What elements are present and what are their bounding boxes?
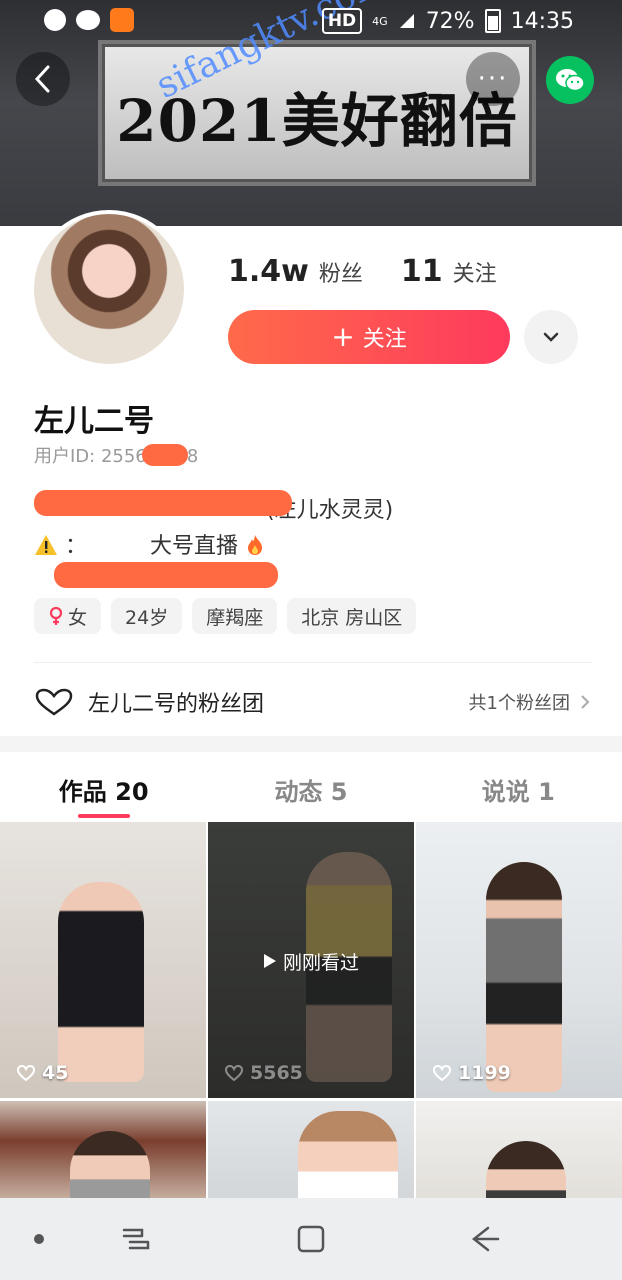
redaction-mark	[54, 562, 278, 588]
fanclub-count: 共1个粉丝团	[469, 689, 590, 715]
female-icon	[49, 606, 63, 625]
fanclub-row[interactable]: 左儿二号的粉丝团 共1个粉丝团	[34, 682, 590, 722]
nav-dot-indicator[interactable]	[34, 1234, 44, 1244]
play-icon	[263, 954, 276, 968]
heart-icon	[16, 1064, 36, 1082]
profile-name: 左儿二号	[34, 404, 154, 439]
fire-icon	[248, 535, 263, 555]
status-bar: HD 4G 72% 14:35	[0, 0, 622, 42]
thumbnail-figure	[58, 882, 144, 1082]
battery-icon	[484, 9, 501, 33]
bio-line-2: ： 大号直播	[34, 528, 265, 560]
recommend-dropdown-button[interactable]	[524, 310, 578, 364]
profile-card: 1.4w 粉丝 11 关注 + 关注 左儿二号 用户ID: 2556 5478 …	[0, 210, 622, 736]
back-button[interactable]	[16, 52, 70, 106]
video-likes: 5565	[224, 1062, 303, 1084]
redaction-mark	[34, 490, 292, 516]
thumbnail-figure	[486, 862, 562, 1092]
video-thumbnail[interactable]: 1199	[416, 822, 622, 1098]
video-grid: 45 刚刚看过 5565 1199	[0, 822, 622, 1201]
home-icon[interactable]	[294, 1222, 328, 1256]
network-type: 4G	[372, 14, 388, 28]
fanclub-count-text: 共1个粉丝团	[468, 693, 570, 714]
avatar-image	[34, 214, 184, 364]
redaction-mark	[142, 444, 188, 466]
tab-posts[interactable]: 说说 1	[415, 752, 622, 822]
wechat-icon	[76, 10, 100, 30]
back-icon[interactable]	[468, 1222, 502, 1256]
likes-count: 5565	[250, 1062, 303, 1084]
video-thumbnail[interactable]	[416, 1101, 622, 1201]
signal-icon	[399, 14, 414, 28]
recent-apps-icon[interactable]	[118, 1222, 154, 1256]
divider	[34, 662, 592, 663]
followers-label[interactable]: 粉丝	[319, 256, 363, 288]
profile-stats: 1.4w 粉丝 11 关注	[228, 254, 497, 289]
heart-icon	[432, 1064, 452, 1082]
tab-active-indicator	[77, 814, 130, 818]
video-likes: 45	[16, 1062, 68, 1084]
fanclub-label: 左儿二号的粉丝团	[88, 692, 265, 717]
chevron-down-icon	[543, 332, 559, 342]
tab-label: 作品 20	[58, 778, 149, 806]
thumbnail-figure	[486, 1141, 566, 1201]
q-app-icon	[44, 9, 66, 31]
thumbnail-figure	[298, 1111, 398, 1201]
chevron-left-icon	[34, 65, 50, 93]
clock: 14:35	[510, 8, 574, 34]
content-tabs: 作品 20 动态 5 说说 1	[0, 752, 622, 822]
tab-moments[interactable]: 动态 5	[207, 752, 414, 822]
tag-label: 24岁	[125, 606, 169, 629]
section-separator	[0, 736, 622, 752]
likes-count: 45	[42, 1062, 69, 1084]
bio-line-2-text: 大号直播	[150, 534, 239, 559]
tab-works[interactable]: 作品 20	[0, 752, 207, 822]
video-thumbnail[interactable]	[0, 1101, 206, 1201]
heart-icon	[224, 1064, 244, 1082]
followers-count[interactable]: 1.4w	[228, 254, 309, 289]
warning-icon	[35, 535, 57, 555]
tag-label: 北京 房山区	[301, 606, 403, 629]
kuaishou-icon	[110, 8, 134, 32]
likes-count: 1199	[458, 1062, 511, 1084]
follow-button[interactable]: + 关注	[228, 310, 510, 364]
wechat-share-button[interactable]	[546, 56, 594, 104]
tag-location: 北京 房山区	[287, 598, 417, 634]
tag-label: 女	[68, 606, 88, 629]
following-count[interactable]: 11	[401, 254, 443, 289]
thumbnail-figure	[70, 1131, 150, 1201]
profile-tags: 女 24岁 摩羯座 北京 房山区	[34, 598, 417, 634]
tag-gender: 女	[34, 598, 102, 634]
video-likes: 1199	[432, 1062, 511, 1084]
tag-age: 24岁	[111, 598, 183, 634]
battery-percent: 72%	[425, 8, 475, 34]
video-thumbnail[interactable]: 45	[0, 822, 206, 1098]
plus-icon: +	[331, 320, 355, 353]
wechat-icon	[556, 69, 585, 92]
video-thumbnail[interactable]: 刚刚看过 5565	[208, 822, 414, 1098]
follow-button-label: 关注	[362, 327, 407, 352]
tag-zodiac: 摩羯座	[192, 598, 278, 634]
tag-label: 摩羯座	[206, 606, 264, 629]
recently-watched-text: 刚刚看过	[283, 952, 360, 974]
recently-watched-label: 刚刚看过	[208, 948, 414, 975]
tab-label: 说说 1	[481, 778, 555, 806]
video-thumbnail[interactable]	[208, 1101, 414, 1201]
system-nav-bar	[0, 1198, 622, 1280]
more-button[interactable]: ···	[466, 52, 520, 106]
hd-badge: HD	[321, 8, 363, 34]
heart-outline-icon	[35, 688, 73, 716]
following-label[interactable]: 关注	[453, 256, 497, 288]
bio-line-2-colon: ：	[65, 534, 88, 559]
avatar[interactable]	[30, 210, 188, 368]
tab-label: 动态 5	[274, 778, 348, 806]
chevron-right-icon	[581, 695, 590, 709]
